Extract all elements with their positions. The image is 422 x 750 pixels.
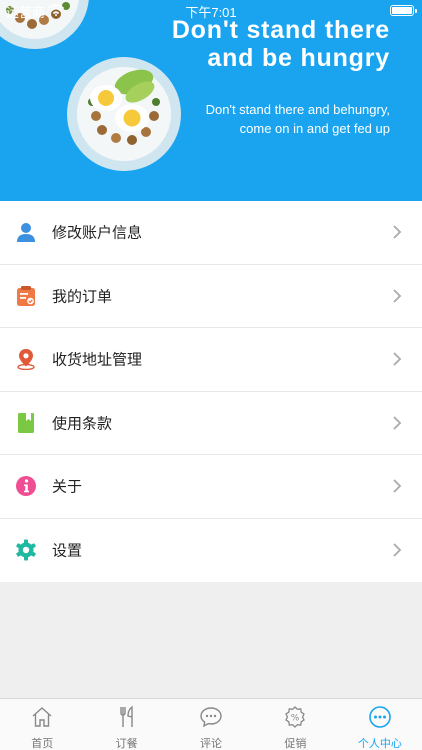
menu-item-label: 关于 — [52, 478, 83, 496]
bottom-tab-bar: 首页 订餐 评论 % 促销 个人中心 — [0, 698, 422, 750]
tab-order-food[interactable]: 订餐 — [84, 699, 168, 750]
status-time: 下午7:01 — [185, 5, 237, 20]
menu-item-label: 修改账户信息 — [52, 224, 143, 242]
chevron-right-icon — [393, 289, 402, 303]
battery-icon — [390, 5, 417, 16]
menu-item-label: 使用条款 — [52, 415, 113, 433]
tab-label: 个人中心 — [357, 738, 402, 750]
menu-item-label: 我的订单 — [52, 288, 113, 306]
home-icon — [32, 707, 52, 727]
menu-item-my-orders[interactable]: 我的订单 — [0, 265, 422, 328]
tab-promotions[interactable]: % 促销 — [253, 699, 337, 750]
location-pin-icon — [17, 349, 35, 371]
menu-item-terms-of-use[interactable]: 使用条款 — [0, 392, 422, 455]
banner-headline: Don't stand there and be hungry — [171, 16, 390, 72]
breakfast-plate-image — [67, 57, 181, 171]
gear-icon — [16, 539, 36, 561]
info-icon — [16, 476, 36, 497]
discount-icon: % — [285, 706, 306, 728]
tab-home[interactable]: 首页 — [0, 699, 84, 750]
order-clipboard-icon — [17, 285, 35, 306]
svg-text:%: % — [291, 714, 300, 724]
book-icon — [18, 412, 34, 433]
tab-profile[interactable]: 个人中心 — [338, 699, 422, 750]
menu-item-label: 收货地址管理 — [52, 351, 143, 369]
tab-label: 首页 — [31, 738, 54, 750]
menu-item-about[interactable]: 关于 — [0, 455, 422, 519]
menu-item-edit-account[interactable]: 修改账户信息 — [0, 201, 422, 265]
profile-more-icon — [369, 706, 391, 728]
settings-menu: 修改账户信息 我的订单 收货地址管理 使用条款 关于 设置 — [0, 201, 422, 582]
tab-label: 促销 — [284, 738, 307, 750]
chevron-right-icon — [393, 352, 402, 366]
comment-icon — [200, 707, 222, 728]
tab-label: 评论 — [200, 738, 223, 750]
menu-item-settings[interactable]: 设置 — [0, 519, 422, 583]
menu-item-label: 设置 — [52, 542, 83, 560]
tab-comments[interactable]: 评论 — [169, 699, 253, 750]
tab-label: 订餐 — [115, 738, 138, 750]
status-bar: 运营商 下午7:01 — [0, 0, 422, 20]
user-icon — [17, 223, 35, 243]
menu-item-address-management[interactable]: 收货地址管理 — [0, 328, 422, 392]
chevron-right-icon — [393, 479, 402, 493]
chevron-right-icon — [393, 416, 402, 430]
chevron-right-icon — [393, 543, 402, 557]
header-banner: 运营商 下午7:01 Don't stand there and be hung… — [0, 0, 422, 201]
fork-knife-icon — [119, 705, 133, 727]
chevron-right-icon — [393, 225, 402, 239]
banner-subline: Don't stand there and behungry, come on … — [205, 102, 390, 136]
